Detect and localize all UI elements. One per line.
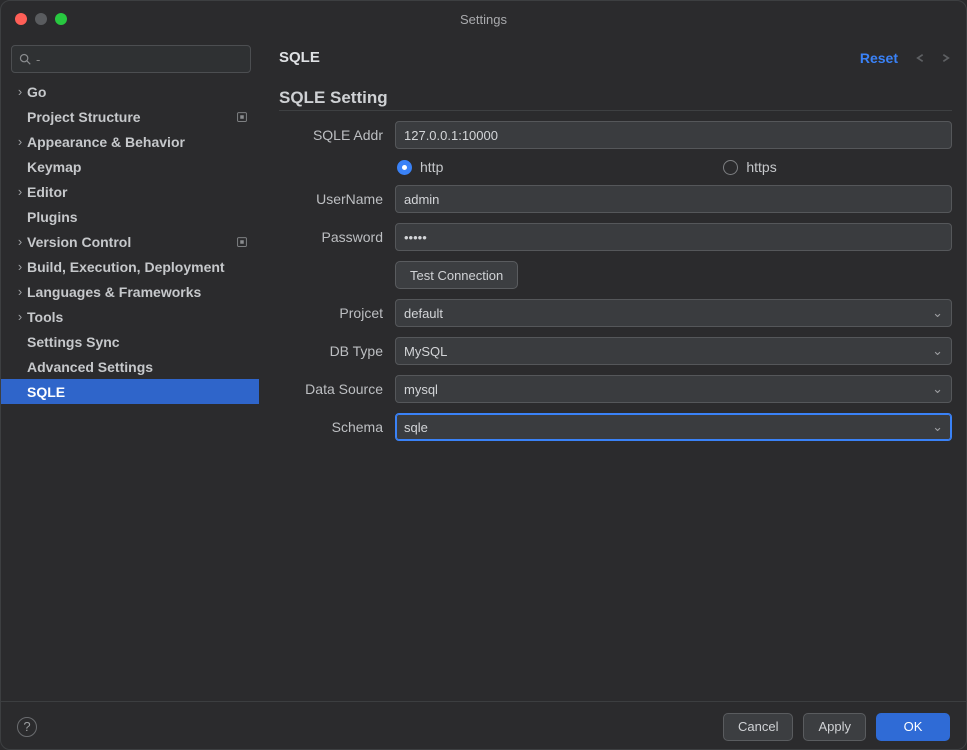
cancel-button[interactable]: Cancel <box>723 713 793 741</box>
search-icon <box>18 52 32 66</box>
footer: ? Cancel Apply OK <box>1 701 966 750</box>
sidebar-item-keymap[interactable]: Keymap <box>1 154 259 179</box>
sidebar-item-plugins[interactable]: Plugins <box>1 204 259 229</box>
schema-select[interactable]: sqle⌄ <box>395 413 952 441</box>
schema-label: Schema <box>279 419 395 435</box>
minimize-window-icon[interactable] <box>35 13 47 25</box>
apply-button[interactable]: Apply <box>803 713 866 741</box>
protocol-http-radio[interactable]: http <box>397 159 443 175</box>
titlebar: Settings <box>1 1 966 37</box>
chevron-down-icon: ⌄ <box>932 343 943 359</box>
datasource-select[interactable]: mysql⌄ <box>395 375 952 403</box>
nav-back-icon[interactable] <box>914 53 928 63</box>
breadcrumb: SQLE <box>279 49 320 66</box>
help-icon[interactable]: ? <box>17 717 37 737</box>
sidebar-item-sqle[interactable]: SQLE <box>1 379 259 404</box>
content-pane: SQLE Reset SQLE Setting SQLE Addr http h… <box>261 37 966 701</box>
sidebar-item-appearance[interactable]: ›Appearance & Behavior <box>1 129 259 154</box>
sidebar-item-tools[interactable]: ›Tools <box>1 304 259 329</box>
modified-icon <box>235 110 249 124</box>
project-select[interactable]: default⌄ <box>395 299 952 327</box>
dbtype-select[interactable]: MySQL⌄ <box>395 337 952 365</box>
sidebar-item-languages[interactable]: ›Languages & Frameworks <box>1 279 259 304</box>
window-title: Settings <box>1 12 966 27</box>
addr-label: SQLE Addr <box>279 127 395 143</box>
username-label: UserName <box>279 191 395 207</box>
password-input[interactable] <box>395 223 952 251</box>
sidebar-item-build[interactable]: ›Build, Execution, Deployment <box>1 254 259 279</box>
modified-icon <box>235 235 249 249</box>
close-window-icon[interactable] <box>15 13 27 25</box>
settings-tree: ›Go Project Structure ›Appearance & Beha… <box>1 79 261 701</box>
password-label: Password <box>279 229 395 245</box>
sidebar-item-version-control[interactable]: ›Version Control <box>1 229 259 254</box>
nav-forward-icon[interactable] <box>938 53 952 63</box>
reset-button[interactable]: Reset <box>860 50 898 66</box>
sidebar-item-advanced[interactable]: Advanced Settings <box>1 354 259 379</box>
project-label: Projcet <box>279 305 395 321</box>
protocol-https-radio[interactable]: https <box>723 159 776 175</box>
section-title: SQLE Setting <box>279 88 952 111</box>
chevron-down-icon: ⌄ <box>932 381 943 397</box>
maximize-window-icon[interactable] <box>55 13 67 25</box>
sidebar-item-project-structure[interactable]: Project Structure <box>1 104 259 129</box>
addr-input[interactable] <box>395 121 952 149</box>
sidebar-item-settings-sync[interactable]: Settings Sync <box>1 329 259 354</box>
dbtype-label: DB Type <box>279 343 395 359</box>
window-controls <box>15 13 67 25</box>
username-input[interactable] <box>395 185 952 213</box>
sidebar-item-go[interactable]: ›Go <box>1 79 259 104</box>
datasource-label: Data Source <box>279 381 395 397</box>
search-input[interactable]: - <box>11 45 251 73</box>
chevron-down-icon: ⌄ <box>932 419 943 435</box>
ok-button[interactable]: OK <box>876 713 950 741</box>
sidebar: - ›Go Project Structure ›Appearance & Be… <box>1 37 261 701</box>
test-connection-button[interactable]: Test Connection <box>395 261 518 289</box>
chevron-down-icon: ⌄ <box>932 305 943 321</box>
sidebar-item-editor[interactable]: ›Editor <box>1 179 259 204</box>
